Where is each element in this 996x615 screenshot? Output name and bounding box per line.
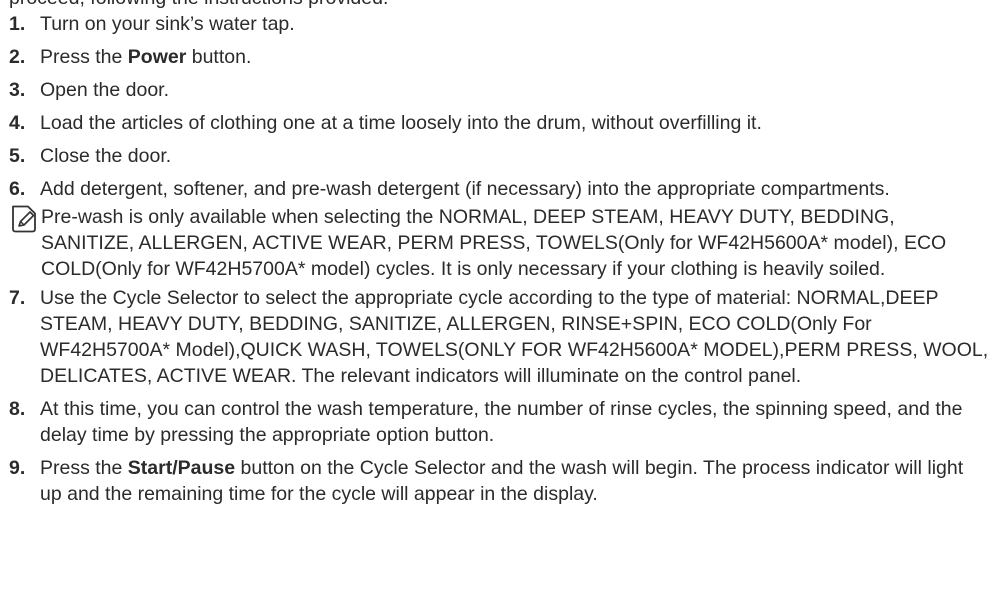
step-3: 3. Open the door. [9,77,989,103]
step-2: 2. Press the Power button. [9,44,989,70]
step-number: 7. [9,287,26,309]
note-pencil-icon [10,204,41,234]
step-number: 1. [9,13,26,35]
step-number: 2. [9,46,26,68]
step-7: 7. Use the Cycle Selector to select the … [9,285,989,389]
instruction-steps: 1. Turn on your sink’s water tap. 2. Pre… [9,11,989,507]
step-text: At this time, you can control the wash t… [40,398,963,446]
step-8: 8. At this time, you can control the was… [9,396,989,448]
step-text: Close the door. [40,145,172,167]
cut-off-text-line: proceed, following the instructions prov… [9,0,388,11]
step-9: 9. Press the Start/Pause button on the C… [9,455,989,507]
step-text: Turn on your sink’s water tap. [40,13,295,35]
step-number: 6. [9,178,26,200]
start-pause-button-label: Start/Pause [127,457,236,479]
manual-page: proceed, following the instructions prov… [0,0,996,615]
step-text-after: button. [186,46,252,68]
step-6: 6. Add detergent, softener, and pre-wash… [9,176,989,202]
note-box: Pre-wash is only available when selectin… [9,204,989,282]
power-button-label: Power [127,46,187,68]
step-number: 9. [9,457,26,479]
step-text: Press the Power button. [40,44,989,70]
step-number: 4. [9,112,26,134]
step-5: 5. Close the door. [9,143,989,169]
step-text: Add detergent, softener, and pre-wash de… [40,178,890,200]
step-text-before: Press the [40,457,128,479]
step-text: Press the Start/Pause button on the Cycl… [40,455,989,507]
step-number: 5. [9,145,26,167]
note-text: Pre-wash is only available when selectin… [41,206,947,280]
step-number: 8. [9,398,26,420]
step-number: 3. [9,79,26,101]
step-1: 1. Turn on your sink’s water tap. [9,11,989,37]
step-text: Use the Cycle Selector to select the app… [40,287,989,387]
step-text-before: Press the [40,46,128,68]
step-text: Open the door. [40,79,170,101]
step-text: Load the articles of clothing one at a t… [40,112,762,134]
step-4: 4. Load the articles of clothing one at … [9,110,989,136]
